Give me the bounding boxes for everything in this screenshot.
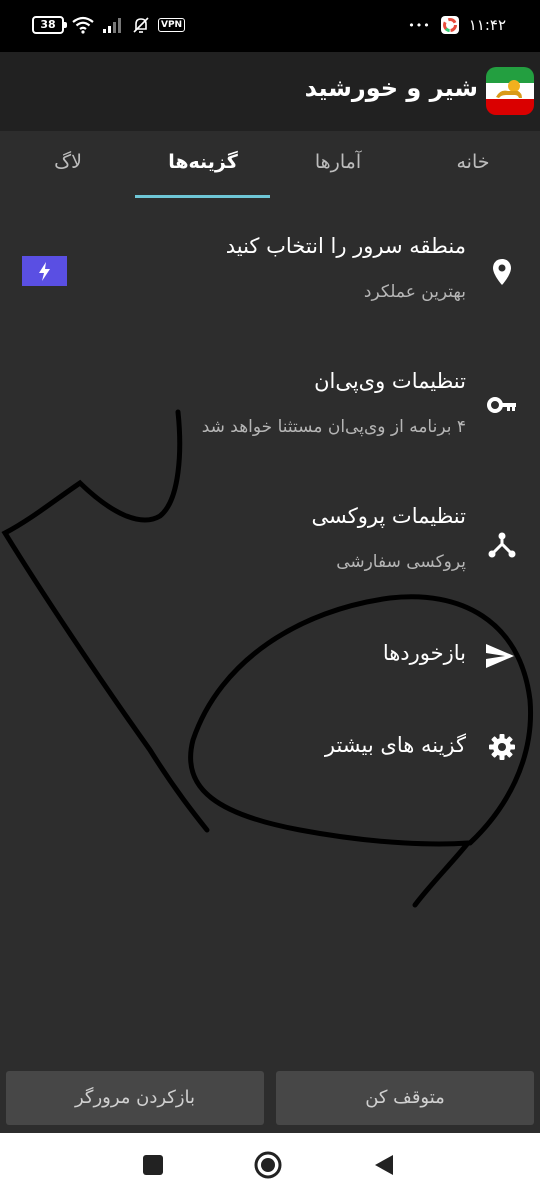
tab-log[interactable]: لاگ — [1, 151, 135, 173]
vpn-status-badge: VPN — [158, 18, 186, 32]
menu-item-vpn-settings[interactable]: تنظیمات وی‌پی‌ان ۴ برنامه از وی‌پی‌ان مس… — [0, 355, 540, 465]
tab-options[interactable]: گزینه‌ها — [136, 151, 270, 173]
status-bar: 38 VPN ••• ۱۱:۴۲ — [0, 0, 540, 52]
system-nav-bar — [0, 1133, 540, 1200]
location-pin-icon — [493, 259, 511, 285]
more-options-title: گزینه های بیشتر — [324, 733, 466, 757]
open-browser-button[interactable]: بازکردن مرورگر — [6, 1071, 264, 1125]
key-icon — [487, 397, 516, 413]
flash-icon — [39, 262, 50, 281]
app-logo-icon — [486, 67, 534, 115]
bell-off-icon — [133, 17, 149, 33]
signal-icon — [103, 18, 121, 33]
server-region-title: منطقه سرور را انتخاب کنید — [225, 234, 466, 258]
wifi-icon — [72, 16, 94, 34]
battery-icon: 38 — [32, 16, 67, 34]
clock: ۱۱:۴۲ — [468, 16, 506, 34]
menu-item-server-region[interactable]: منطقه سرور را انتخاب کنید بهترین عملکرد — [0, 220, 540, 330]
home-circle-icon[interactable] — [254, 1151, 282, 1179]
send-icon — [486, 644, 514, 668]
feedback-title: بازخوردها — [382, 641, 466, 665]
recents-square-icon[interactable] — [142, 1154, 164, 1176]
proxy-settings-subtitle: پروکسی سفارشی — [336, 552, 466, 572]
vpn-settings-title: تنظیمات وی‌پی‌ان — [314, 369, 466, 393]
menu-item-proxy-settings[interactable]: تنظیمات پروکسی پروکسی سفارشی — [0, 490, 540, 600]
proxy-fork-icon — [488, 532, 516, 558]
proxy-settings-title: تنظیمات پروکسی — [311, 504, 466, 528]
notification-dots: ••• — [408, 18, 431, 32]
menu-item-more-options[interactable]: گزینه های بیشتر — [0, 715, 540, 785]
vpn-settings-subtitle: ۴ برنامه از وی‌پی‌ان مستثنا خواهد شد — [201, 417, 466, 437]
tab-stats[interactable]: آمارها — [271, 151, 405, 173]
app-notification-icon — [440, 16, 459, 34]
tab-home[interactable]: خانه — [406, 151, 540, 173]
status-icons-right: ••• ۱۱:۴۲ — [408, 14, 506, 36]
back-triangle-icon[interactable] — [372, 1153, 396, 1177]
status-icons-left: 38 VPN — [32, 14, 186, 36]
flash-badge[interactable] — [22, 256, 67, 286]
tab-bar: خانه آمارها گزینه‌ها لاگ — [0, 131, 540, 199]
server-region-subtitle: بهترین عملکرد — [363, 282, 466, 302]
app-title: شیر و خورشید — [304, 74, 478, 102]
gear-icon — [489, 734, 515, 760]
tab-indicator — [135, 195, 270, 198]
stop-button[interactable]: متوقف کن — [276, 1071, 534, 1125]
app-bar: شیر و خورشید — [0, 52, 540, 131]
menu-item-feedback[interactable]: بازخوردها — [0, 625, 540, 695]
